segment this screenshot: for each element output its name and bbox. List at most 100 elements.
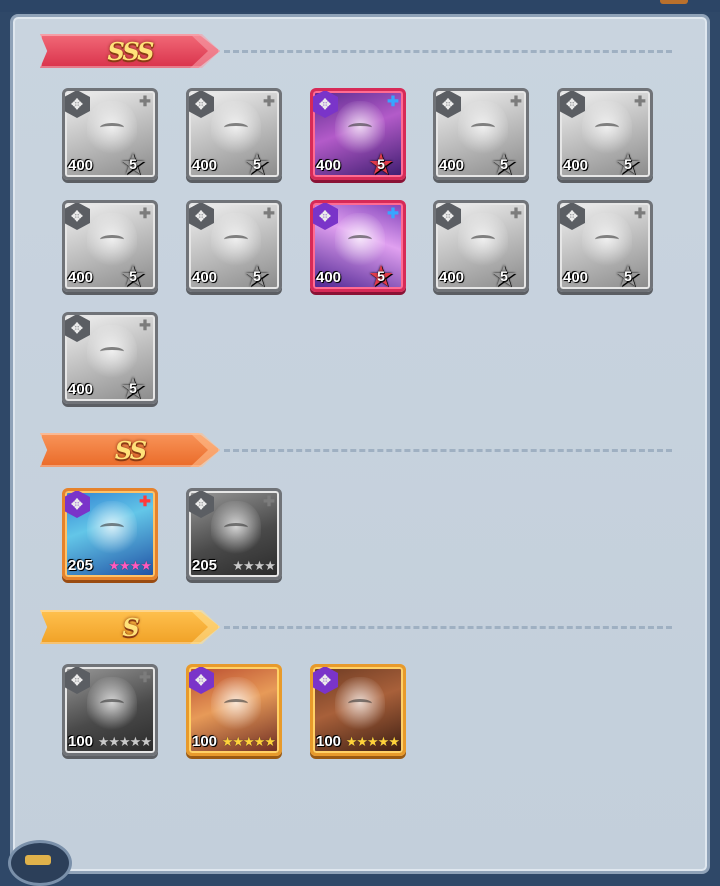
star-row: ★★★★ [232, 558, 276, 573]
hero-level: 400 [68, 381, 94, 398]
hero-level: 100 [192, 733, 218, 750]
divider [224, 449, 672, 452]
faction-icon: ✥ [436, 91, 461, 118]
hero-level: 400 [68, 269, 94, 286]
faction-icon: ✥ [313, 667, 338, 694]
faction-icon: ✥ [65, 91, 90, 118]
star-count: 5 [129, 156, 137, 172]
hero-level: 400 [439, 269, 465, 286]
faction-icon: ✥ [436, 203, 461, 230]
hero-card[interactable]: ✥ ✚ 400 ★ 5 [310, 200, 406, 292]
hero-card[interactable]: ✥ 100 ★★★★★ [186, 664, 282, 756]
faction-icon: ✥ [560, 203, 585, 230]
star-rank-badge: ★ 5 [243, 151, 271, 177]
divider [224, 626, 672, 629]
hero-level: 400 [316, 269, 342, 286]
hero-level: 400 [439, 157, 465, 174]
top-bar [0, 0, 720, 12]
hero-card[interactable]: ✥ ✚ 400 ★ 5 [433, 88, 529, 180]
faction-icon: ✥ [560, 91, 585, 118]
star-count: 5 [253, 156, 261, 172]
hero-card[interactable]: ✥ ✚ 400 ★ 5 [62, 312, 158, 404]
hero-level: 205 [192, 557, 218, 574]
hero-card[interactable]: ✥ ✚ 205 ★★★★ [186, 488, 282, 580]
tier-header-s: S [40, 610, 672, 646]
divider [224, 50, 672, 53]
hero-card[interactable]: ✥ ✚ 400 ★ 5 [310, 88, 406, 180]
star-rank-badge: ★ 5 [119, 375, 147, 401]
hero-portrait [335, 677, 385, 733]
star-count: 5 [129, 380, 137, 396]
faction-icon: ✥ [189, 91, 214, 118]
hero-level: 400 [192, 269, 218, 286]
plus-icon: ✚ [634, 205, 646, 221]
tier-header-sss: SSS [40, 34, 672, 70]
star-count: 5 [500, 156, 508, 172]
star-count: 5 [129, 268, 137, 284]
star-rank-badge: ★ 5 [367, 263, 395, 289]
hero-level: 400 [68, 157, 94, 174]
menu-icon [25, 855, 51, 865]
plus-icon: ✚ [387, 93, 399, 109]
faction-icon: ✥ [189, 667, 214, 694]
plus-icon: ✚ [139, 205, 151, 221]
hero-card[interactable]: ✥ 100 ★★★★★ [310, 664, 406, 756]
star-rank-badge: ★ 5 [614, 263, 642, 289]
hero-card[interactable]: ✥ ✚ 400 ★ 5 [186, 88, 282, 180]
hero-card[interactable]: ✥ ✚ 400 ★ 5 [433, 200, 529, 292]
faction-icon: ✥ [65, 203, 90, 230]
star-rank-badge: ★ 5 [367, 151, 395, 177]
faction-icon: ✥ [313, 203, 338, 230]
faction-icon: ✥ [189, 203, 214, 230]
hero-card[interactable]: ✥ ✚ 400 ★ 5 [62, 200, 158, 292]
star-count: 5 [624, 156, 632, 172]
hero-card[interactable]: ✥ ✚ 205 ★★★★ [62, 488, 158, 580]
hero-portrait [87, 677, 137, 733]
hero-level: 100 [316, 733, 342, 750]
star-rank-badge: ★ 5 [119, 263, 147, 289]
star-count: 5 [377, 268, 385, 284]
star-rank-badge: ★ 5 [243, 263, 271, 289]
star-count: 5 [377, 156, 385, 172]
tier-ribbon-sss: SSS [40, 34, 220, 68]
tier-label: SS [114, 435, 147, 465]
plus-icon: ✚ [139, 93, 151, 109]
top-tab[interactable] [660, 0, 688, 4]
plus-icon: ✚ [510, 93, 522, 109]
star-row: ★★★★★ [345, 734, 400, 749]
star-rank-badge: ★ 5 [490, 151, 518, 177]
plus-icon: ✚ [263, 493, 275, 509]
star-count: 5 [500, 268, 508, 284]
hero-card[interactable]: ✥ ✚ 400 ★ 5 [557, 200, 653, 292]
plus-icon: ✚ [139, 669, 151, 685]
hero-portrait [87, 501, 137, 557]
hero-card[interactable]: ✥ ✚ 400 ★ 5 [62, 88, 158, 180]
hero-level: 400 [563, 269, 589, 286]
menu-button[interactable] [8, 840, 72, 886]
star-count: 5 [624, 268, 632, 284]
hero-level: 205 [68, 557, 94, 574]
tier-label: S [122, 612, 139, 642]
tier-label: SSS [107, 36, 155, 66]
plus-icon: ✚ [634, 93, 646, 109]
hero-card[interactable]: ✥ ✚ 400 ★ 5 [186, 200, 282, 292]
star-row: ★★★★★ [97, 734, 152, 749]
hero-portrait [211, 677, 261, 733]
tier-ribbon-s: S [40, 610, 220, 644]
hero-card[interactable]: ✥ ✚ 400 ★ 5 [557, 88, 653, 180]
faction-icon: ✥ [313, 91, 338, 118]
star-rank-badge: ★ 5 [490, 263, 518, 289]
faction-icon: ✥ [189, 491, 214, 518]
plus-icon: ✚ [510, 205, 522, 221]
plus-icon: ✚ [263, 93, 275, 109]
hero-card[interactable]: ✥ ✚ 100 ★★★★★ [62, 664, 158, 756]
star-count: 5 [253, 268, 261, 284]
star-rank-badge: ★ 5 [119, 151, 147, 177]
hero-level: 400 [563, 157, 589, 174]
hero-level: 400 [192, 157, 218, 174]
plus-icon: ✚ [139, 493, 151, 509]
hero-level: 100 [68, 733, 94, 750]
plus-icon: ✚ [139, 317, 151, 333]
faction-icon: ✥ [65, 667, 90, 694]
hero-portrait [211, 501, 261, 557]
